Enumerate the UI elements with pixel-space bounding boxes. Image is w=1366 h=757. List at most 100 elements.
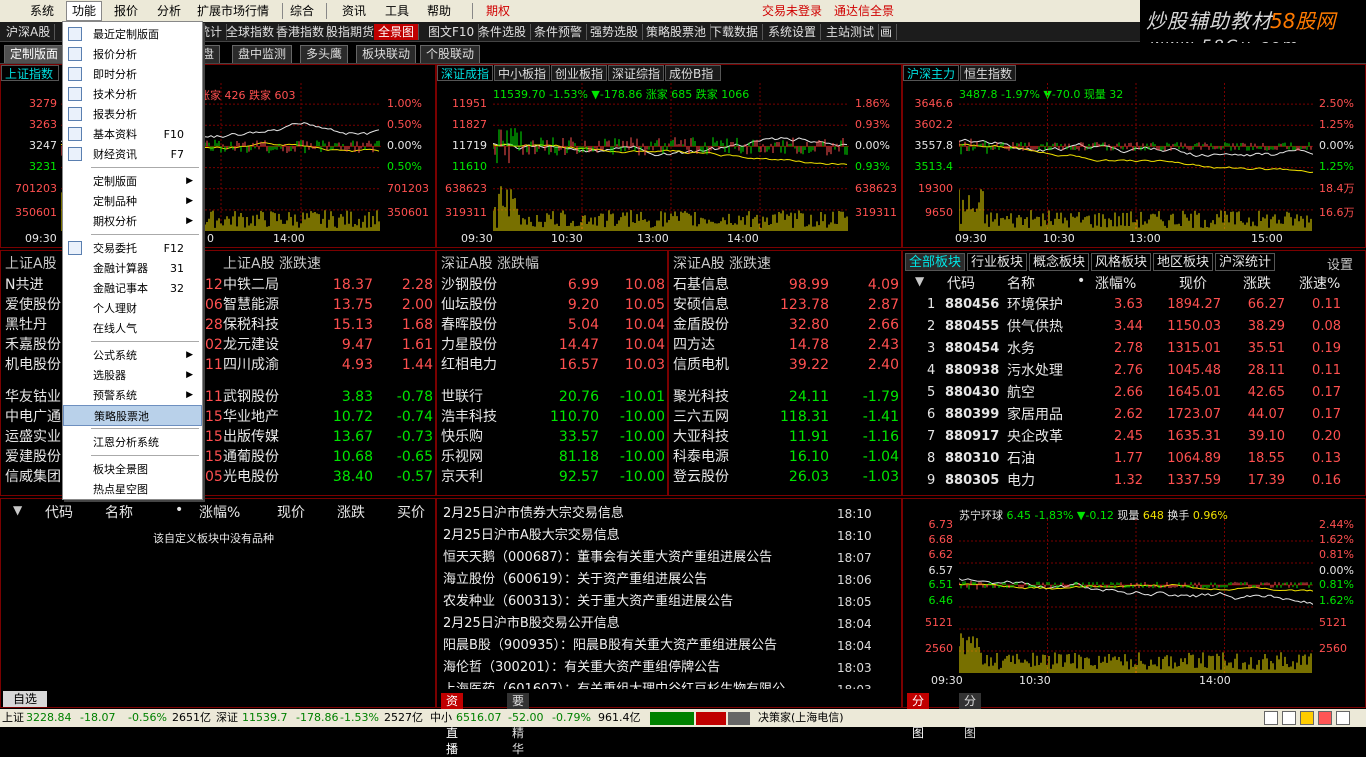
- stock-chart-tab[interactable]: 分析图: [959, 693, 982, 740]
- table-row[interactable]: 聚光科技 24.11 -1.79: [669, 387, 903, 407]
- sector-col-header[interactable]: 涨幅%: [1095, 273, 1136, 293]
- table-row[interactable]: 红相电力 16.57 10.03: [437, 355, 669, 375]
- tab-13[interactable]: 下载数据: [706, 24, 764, 40]
- menu-item[interactable]: 最近定制版面: [63, 24, 202, 45]
- table-row[interactable]: 4 880938 污水处理 2.76 1045.48 28.11 0.11: [903, 361, 1366, 381]
- hs-main-chart[interactable]: [959, 83, 1313, 231]
- sector-col-header[interactable]: 代码: [947, 273, 975, 293]
- tab-custom[interactable]: 自选: [3, 691, 48, 707]
- news-tab[interactable]: 资讯直播: [441, 693, 464, 756]
- menu-item[interactable]: 财经资讯 F7: [63, 144, 202, 165]
- stock-chart-tab[interactable]: 分时图: [907, 693, 930, 740]
- custom-col-header[interactable]: 名称: [105, 502, 133, 522]
- table-row[interactable]: 仙坛股份 9.20 10.05: [437, 295, 669, 315]
- status-server[interactable]: 决策家(上海电信): [758, 709, 844, 727]
- table-row[interactable]: 安硕信息 123.78 2.87: [669, 295, 903, 315]
- news-item[interactable]: 农发种业（600313）：关于重大资产重组进展公告 18:05: [443, 591, 873, 613]
- table-row[interactable]: 四方达 14.78 2.43: [669, 335, 903, 355]
- tab-14[interactable]: 系统设置: [764, 24, 822, 40]
- tab-7[interactable]: 全景图: [374, 24, 420, 40]
- menu-item[interactable]: 基本资料 F10: [63, 124, 202, 145]
- menu-system[interactable]: 系统: [28, 3, 56, 19]
- layout-tab-3[interactable]: 多头鹰: [300, 45, 349, 63]
- tray-icon[interactable]: [1264, 711, 1278, 725]
- menu-ext-market[interactable]: 扩展市场行情: [195, 3, 271, 19]
- table-row[interactable]: 力星股份 14.47 10.04: [437, 335, 669, 355]
- table-row[interactable]: 乐视网 81.18 -10.00: [437, 447, 669, 467]
- stock-intraday-chart[interactable]: [959, 519, 1313, 673]
- tab-11[interactable]: 强势选股: [586, 24, 644, 40]
- news-item[interactable]: 海伦哲（300201）：有关重大资产重组停牌公告 18:03: [443, 657, 873, 679]
- sector-col-header[interactable]: 涨速%: [1299, 273, 1340, 293]
- menu-item[interactable]: 在线人气: [63, 318, 202, 339]
- table-row[interactable]: 9 880305 电力 1.32 1337.59 17.39 0.16: [903, 471, 1366, 491]
- chart-tab[interactable]: 深证综指: [608, 65, 664, 81]
- sector-settings-button[interactable]: 设置: [1327, 254, 1353, 273]
- sector-tab[interactable]: 风格板块: [1091, 253, 1152, 271]
- tray-icon[interactable]: [1318, 711, 1332, 725]
- news-item[interactable]: 2月25日沪市A股大宗交易信息 18:10: [443, 525, 873, 547]
- table-row[interactable]: 沙钢股份 6.99 10.08: [437, 275, 669, 295]
- table-row[interactable]: 快乐购 33.57 -10.00: [437, 427, 669, 447]
- sz-rank1-head[interactable]: 深证A股 涨跌幅: [441, 253, 539, 273]
- sector-col-header[interactable]: 涨跌: [1243, 273, 1271, 293]
- chart-tab[interactable]: 恒生指数: [960, 65, 1016, 81]
- chart-tab[interactable]: 创业板指: [551, 65, 607, 81]
- menu-item[interactable]: 交易委托 F12: [63, 238, 202, 259]
- sh-rank-head[interactable]: 上证A股 涨跌速: [223, 253, 321, 273]
- menu-item[interactable]: 定制版面 ▶: [63, 171, 202, 192]
- tray-icon[interactable]: [1300, 711, 1314, 725]
- sector-col-header[interactable]: •: [1077, 273, 1085, 289]
- menu-item[interactable]: 报价分析: [63, 44, 202, 65]
- menu-item[interactable]: 个人理财: [63, 298, 202, 319]
- table-row[interactable]: 6 880399 家居用品 2.62 1723.07 44.07 0.17: [903, 405, 1366, 425]
- table-row[interactable]: 5 880430 航空 2.66 1645.01 42.65 0.17: [903, 383, 1366, 403]
- custom-col-header[interactable]: 涨幅%: [199, 502, 240, 522]
- news-item[interactable]: 恒天天鹅（000687）：董事会有关重大资产重组进展公告 18:07: [443, 547, 873, 569]
- sz-index-chart[interactable]: [493, 83, 849, 231]
- sector-tab[interactable]: 概念板块: [1029, 253, 1090, 271]
- menu-item[interactable]: 即时分析: [63, 64, 202, 85]
- table-row[interactable]: 3 880454 水务 2.78 1315.01 35.51 0.19: [903, 339, 1366, 359]
- menu-item[interactable]: 技术分析: [63, 84, 202, 105]
- layout-tab-0[interactable]: 定制版面: [4, 45, 65, 63]
- custom-col-header[interactable]: 买价: [397, 502, 425, 522]
- tab-4[interactable]: 全球指数: [222, 24, 280, 40]
- custom-col-header[interactable]: 代码: [45, 502, 73, 522]
- tab-5[interactable]: 香港指数: [272, 24, 330, 40]
- tray-icon[interactable]: [1282, 711, 1296, 725]
- table-row[interactable]: 春晖股份 5.04 10.04: [437, 315, 669, 335]
- sector-col-header[interactable]: 现价: [1179, 273, 1207, 293]
- sector-col-header[interactable]: 名称: [1007, 273, 1035, 293]
- menu-function[interactable]: 功能: [66, 1, 103, 21]
- table-row[interactable]: 石基信息 98.99 4.09: [669, 275, 903, 295]
- trade-login-status[interactable]: 交易未登录: [760, 3, 824, 19]
- table-row[interactable]: 大亚科技 11.91 -1.16: [669, 427, 903, 447]
- layout-tab-2[interactable]: 盘中监测: [232, 45, 293, 63]
- sector-tab[interactable]: 全部板块: [905, 253, 966, 271]
- news-tab[interactable]: 要闻精华: [507, 693, 530, 756]
- tab-0[interactable]: 沪深A股: [2, 24, 56, 40]
- tab-15[interactable]: 主站测试: [822, 24, 880, 40]
- news-item[interactable]: 2月25日沪市B股交易公开信息 18:04: [443, 613, 873, 635]
- news-item[interactable]: 2月25日沪市债券大宗交易信息 18:10: [443, 503, 873, 525]
- sh-rank-head-tab[interactable]: 上证A股: [5, 253, 57, 273]
- menu-item[interactable]: 策略股票池: [63, 405, 202, 426]
- tab-9[interactable]: 条件选股: [474, 24, 532, 40]
- menu-options[interactable]: 期权: [484, 3, 512, 19]
- menu-item[interactable]: 报表分析: [63, 104, 202, 125]
- table-row[interactable]: 8 880310 石油 1.77 1064.89 18.55 0.13: [903, 449, 1366, 469]
- tab-16[interactable]: 画: [876, 24, 898, 40]
- layout-tab-5[interactable]: 个股联动: [420, 45, 481, 63]
- custom-col-header[interactable]: 现价: [277, 502, 305, 522]
- table-row[interactable]: 登云股份 26.03 -1.03: [669, 467, 903, 487]
- menu-help[interactable]: 帮助: [425, 3, 453, 19]
- menu-item[interactable]: 金融记事本 32: [63, 278, 202, 299]
- news-item[interactable]: 海立股份（600619）：关于资产重组进展公告 18:06: [443, 569, 873, 591]
- menu-item[interactable]: 定制品种 ▶: [63, 191, 202, 212]
- table-row[interactable]: 京天利 92.57 -10.00: [437, 467, 669, 487]
- sector-tab[interactable]: 沪深统计: [1215, 253, 1276, 271]
- menu-item[interactable]: 板块全景图: [63, 459, 202, 480]
- custom-col-header[interactable]: 涨跌: [337, 502, 365, 522]
- menu-quote[interactable]: 报价: [112, 3, 140, 19]
